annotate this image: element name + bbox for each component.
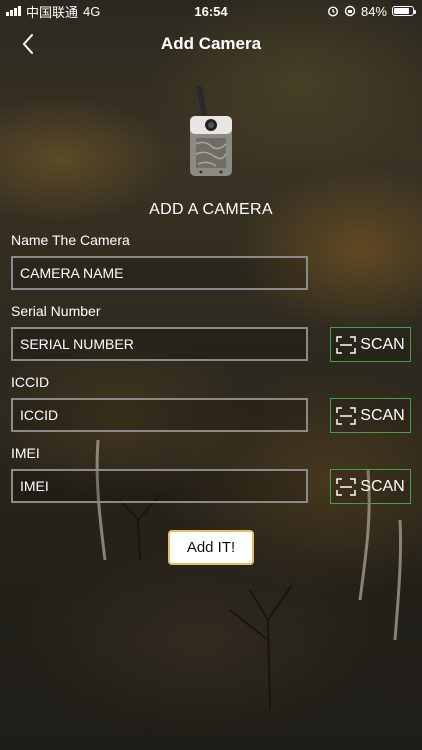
scan-label: SCAN xyxy=(360,477,405,495)
battery-icon xyxy=(392,6,416,16)
iccid-label: ICCID xyxy=(11,374,50,390)
status-bar: 中国联通 4G 16:54 84% xyxy=(0,0,422,22)
iccid-input[interactable] xyxy=(11,398,308,432)
scan-icon xyxy=(336,335,357,354)
serial-number-label: Serial Number xyxy=(11,303,101,319)
imei-input[interactable] xyxy=(11,469,308,503)
scan-icon xyxy=(336,406,357,425)
section-heading: ADD A CAMERA xyxy=(149,201,273,218)
orientation-lock-icon xyxy=(344,5,356,17)
camera-name-label: Name The Camera xyxy=(11,232,130,248)
scan-serial-button[interactable]: SCAN xyxy=(330,327,411,362)
nav-bar: Add Camera xyxy=(0,26,422,62)
scan-label: SCAN xyxy=(360,406,405,424)
alarm-icon xyxy=(327,6,338,17)
scan-icon xyxy=(336,477,357,496)
camera-name-input[interactable] xyxy=(11,256,308,290)
imei-label: IMEI xyxy=(11,445,40,461)
serial-number-input[interactable] xyxy=(11,327,308,361)
battery-percent: 84% xyxy=(360,3,387,19)
scan-label: SCAN xyxy=(360,335,405,353)
add-camera-button[interactable]: Add IT! xyxy=(168,530,254,565)
scan-iccid-button[interactable]: SCAN xyxy=(330,398,411,433)
page-title: Add Camera xyxy=(160,34,262,53)
scan-imei-button[interactable]: SCAN xyxy=(330,469,411,504)
trail-camera-image xyxy=(190,86,232,176)
